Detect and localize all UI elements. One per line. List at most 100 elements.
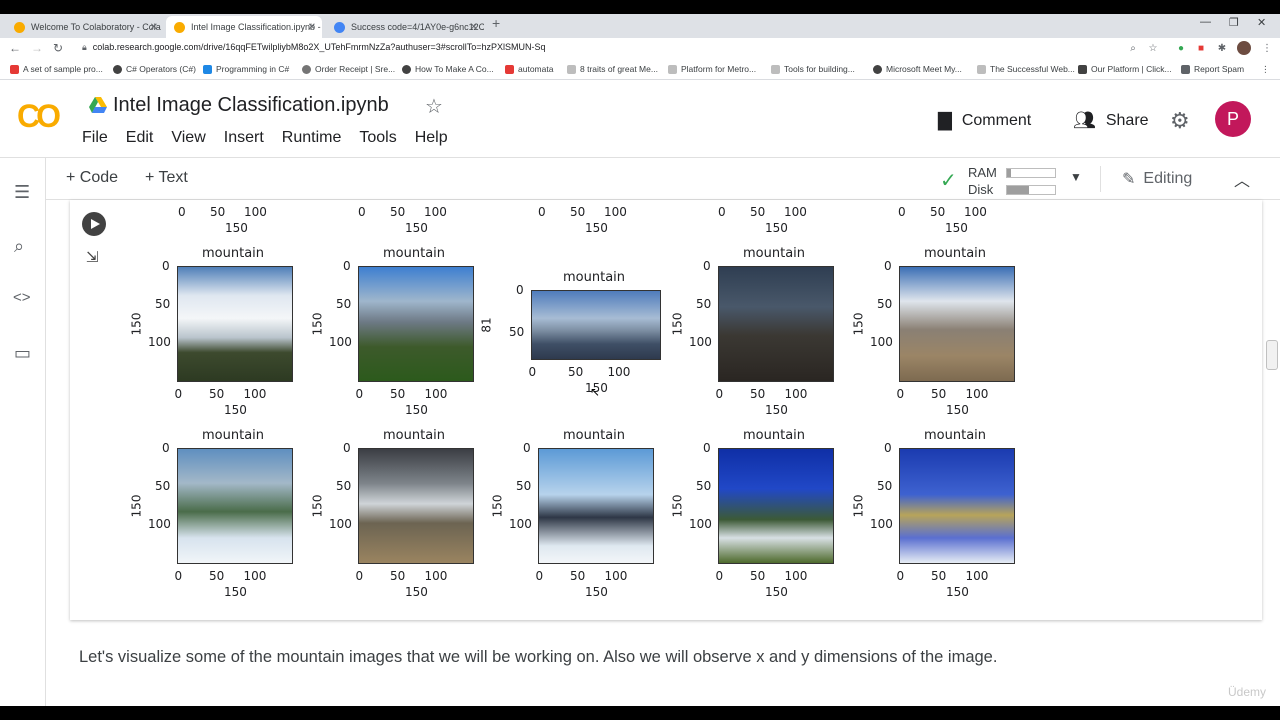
browser-tab-notebook[interactable]: Intel Image Classification.ipynb - ✕ bbox=[166, 16, 322, 38]
star-icon[interactable]: ☆ bbox=[425, 94, 443, 119]
y-axis-label: 81 bbox=[479, 317, 494, 333]
bookmark-item[interactable]: Order Receipt | Sre... bbox=[302, 64, 395, 74]
plot-title: mountain bbox=[383, 246, 446, 261]
add-text-button[interactable]: + Text bbox=[145, 169, 188, 187]
y-tick-label: 0 bbox=[523, 441, 531, 455]
window-close-icon[interactable]: ✕ bbox=[1257, 16, 1266, 29]
resources-dropdown-icon[interactable]: ▼ bbox=[1070, 170, 1082, 184]
y-tick-label: 0 bbox=[343, 441, 351, 455]
files-folder-icon[interactable]: ▭ bbox=[14, 343, 31, 364]
restore-icon[interactable]: ❐ bbox=[1229, 16, 1239, 29]
url-field[interactable]: 🔒︎ colab.research.google.com/drive/16qqFE… bbox=[82, 42, 546, 53]
menu-edit[interactable]: Edit bbox=[126, 129, 162, 147]
notebook-title[interactable]: Intel Image Classification.ipynb bbox=[113, 94, 389, 117]
y-axis-label: 150 bbox=[310, 312, 325, 336]
menu-insert[interactable]: Insert bbox=[224, 129, 272, 147]
menu-file[interactable]: File bbox=[82, 129, 116, 147]
y-axis-label: 150 bbox=[851, 494, 866, 518]
menu-view[interactable]: View bbox=[171, 129, 213, 147]
gear-icon[interactable]: ⚙ bbox=[1170, 108, 1190, 134]
x-tick-label: 0 bbox=[358, 205, 366, 219]
bookmark-item[interactable]: Programming in C# bbox=[203, 64, 289, 74]
bookmark-item[interactable]: Report Spam bbox=[1181, 64, 1244, 74]
y-axis-label: 150 bbox=[129, 312, 144, 336]
bookmark-label: C# Operators (C#) bbox=[126, 64, 196, 74]
ram-label: RAM bbox=[968, 165, 997, 180]
x-tick-label: 0 bbox=[715, 569, 724, 583]
x-tick-label: 0 bbox=[896, 387, 905, 401]
bookmark-label: 8 traits of great Me... bbox=[580, 64, 658, 74]
scrollbar-thumb[interactable] bbox=[1266, 340, 1278, 370]
forward-icon[interactable]: → bbox=[31, 41, 43, 55]
comment-icon: ▇ bbox=[938, 110, 952, 130]
y-tick-label: 0 bbox=[884, 441, 892, 455]
add-code-button[interactable]: + Code bbox=[66, 169, 118, 187]
reload-icon[interactable]: ↻ bbox=[53, 41, 63, 55]
run-cell-button[interactable] bbox=[82, 212, 106, 236]
tab-close-icon[interactable]: ✕ bbox=[150, 22, 158, 33]
colab-favicon-icon bbox=[14, 21, 25, 33]
code-snippets-icon[interactable]: <> bbox=[13, 289, 31, 306]
ram-bar bbox=[1006, 168, 1056, 178]
x-tick-label: 100 bbox=[784, 569, 808, 583]
browser-tab-success[interactable]: Success code=4/1AY0e-g6nc12C ✕ bbox=[326, 16, 484, 38]
left-sidebar: ☰ ⌕ <> ▭ bbox=[0, 158, 46, 720]
bookmark-item[interactable]: Platform for Metro... bbox=[668, 64, 756, 74]
x-axis-label: 150 bbox=[765, 585, 788, 599]
avatar[interactable]: P bbox=[1215, 101, 1251, 137]
editing-mode-button[interactable]: ✎ Editing bbox=[1122, 169, 1192, 189]
x-axis-label: 150 bbox=[585, 585, 608, 599]
bookmark-item[interactable]: How To Make A Co... bbox=[402, 64, 494, 74]
bookmark-item[interactable]: The Successful Web... bbox=[977, 64, 1075, 74]
bookmark-item[interactable]: Tools for building... bbox=[771, 64, 855, 74]
menu-help[interactable]: Help bbox=[415, 129, 456, 147]
google-drive-icon[interactable] bbox=[89, 97, 107, 113]
bookmark-item[interactable]: Microsoft Meet My... bbox=[873, 64, 962, 74]
extension-green-icon[interactable]: ● bbox=[1174, 41, 1188, 55]
tab-close-icon[interactable]: ✕ bbox=[308, 22, 316, 33]
x-tick-label: 100 bbox=[784, 205, 807, 219]
zoom-icon[interactable]: ⌕ bbox=[1126, 41, 1140, 55]
bookmark-item[interactable]: automata bbox=[505, 64, 553, 74]
colab-logo[interactable]: CO bbox=[17, 98, 61, 135]
menu-tools[interactable]: Tools bbox=[359, 129, 404, 147]
output-icon[interactable]: ⇲ bbox=[86, 248, 99, 266]
tab-title: Welcome To Colaboratory - Cola bbox=[31, 22, 161, 32]
x-tick-label: 50 bbox=[570, 569, 586, 583]
browser-menu-icon[interactable]: ⋮ bbox=[1260, 41, 1274, 55]
back-icon[interactable]: ← bbox=[9, 41, 21, 55]
bookmark-item[interactable]: 8 traits of great Me... bbox=[567, 64, 658, 74]
table-of-contents-icon[interactable]: ☰ bbox=[14, 182, 30, 203]
bookmark-favicon-icon bbox=[402, 64, 411, 74]
y-tick-label: 100 bbox=[329, 517, 352, 531]
plot-title: mountain bbox=[924, 246, 987, 261]
search-icon[interactable]: ⌕ bbox=[14, 236, 24, 257]
bookmark-item[interactable]: A set of sample pro... bbox=[10, 64, 103, 74]
extension-red-icon[interactable]: ■ bbox=[1194, 41, 1208, 55]
bookmark-item[interactable]: Our Platform | Click... bbox=[1078, 64, 1172, 74]
bookmark-star-icon[interactable]: ☆ bbox=[1146, 41, 1160, 55]
bookmark-favicon-icon bbox=[113, 64, 122, 74]
new-tab-icon[interactable]: + bbox=[492, 15, 500, 31]
bookmark-item[interactable]: C# Operators (C#) bbox=[113, 64, 196, 74]
comment-button[interactable]: ▇ Comment bbox=[938, 110, 1031, 131]
minimize-icon[interactable]: — bbox=[1200, 16, 1211, 28]
bookmark-favicon-icon bbox=[505, 64, 514, 74]
y-axis-label: 150 bbox=[490, 494, 505, 518]
toolbar-divider bbox=[1100, 166, 1101, 192]
tab-close-icon[interactable]: ✕ bbox=[470, 22, 478, 33]
share-button[interactable]: 👥︎ Share bbox=[1073, 110, 1149, 131]
bookmarks-overflow-icon[interactable]: ⋮ bbox=[1261, 64, 1270, 75]
x-tick-label: 100 bbox=[424, 569, 448, 583]
bookmark-favicon-icon bbox=[1181, 64, 1190, 74]
pencil-icon: ✎ bbox=[1122, 171, 1136, 188]
profile-icon[interactable] bbox=[1237, 41, 1251, 55]
browser-tab-welcome[interactable]: Welcome To Colaboratory - Cola ✕ bbox=[6, 16, 164, 38]
mountain-image bbox=[358, 266, 474, 382]
y-tick-label: 50 bbox=[877, 297, 893, 311]
y-tick-label: 50 bbox=[155, 297, 171, 311]
collapse-header-icon[interactable]: ︿ bbox=[1234, 167, 1250, 191]
menu-runtime[interactable]: Runtime bbox=[282, 129, 350, 147]
mountain-image bbox=[177, 448, 293, 564]
extensions-puzzle-icon[interactable]: ✱ bbox=[1215, 41, 1229, 55]
